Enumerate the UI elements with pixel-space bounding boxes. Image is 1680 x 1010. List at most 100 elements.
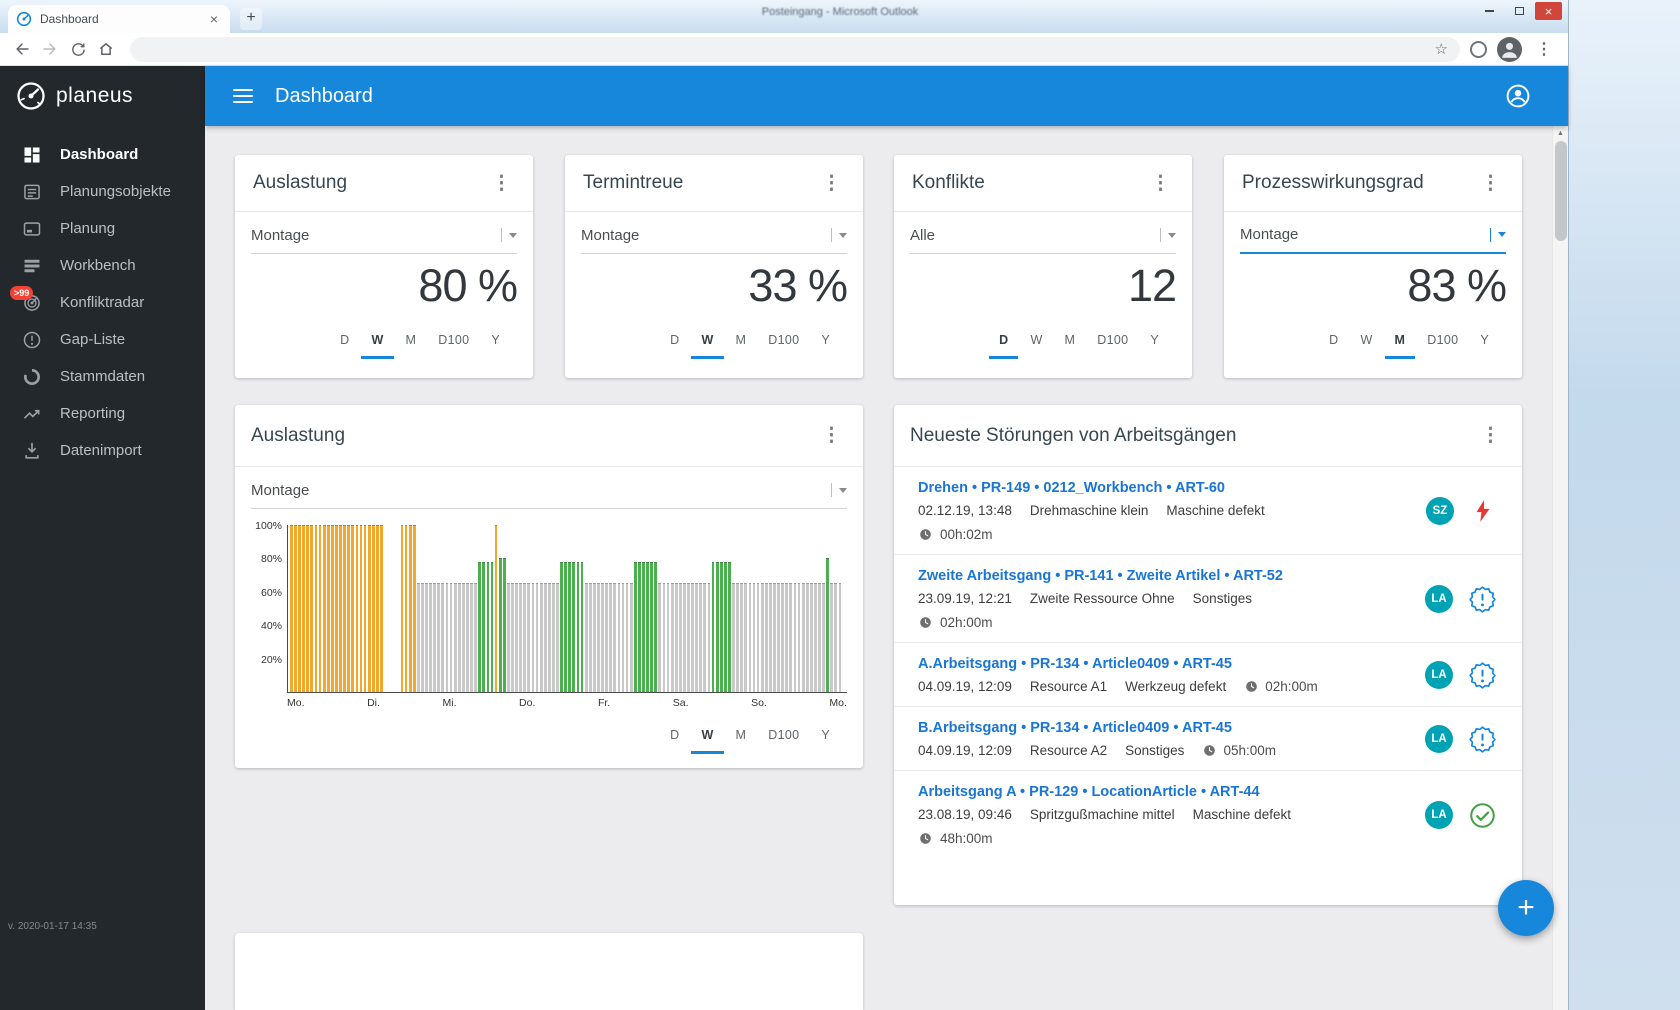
period-tab-w[interactable]: W	[360, 328, 394, 359]
sidebar-item-label: Datenimport	[60, 442, 142, 459]
person-icon	[1502, 42, 1517, 58]
period-tab-y[interactable]: Y	[810, 328, 841, 352]
operation-link[interactable]: Arbeitsgang A • PR-129 • LocationArticle…	[918, 784, 1413, 800]
sidebar-item-gap-liste[interactable]: Gap-Liste	[0, 321, 205, 358]
period-tab-d[interactable]: D	[659, 328, 690, 352]
period-tab-y[interactable]: Y	[480, 328, 511, 352]
chevron-down-icon	[1498, 232, 1506, 237]
period-tab-y[interactable]: Y	[1469, 328, 1500, 352]
period-tab-d100[interactable]: D100	[427, 328, 480, 352]
sidebar-item-datenimport[interactable]: Datenimport	[0, 432, 205, 469]
toolbar-right: ⋮	[1470, 36, 1556, 62]
trending-up-icon	[22, 404, 42, 424]
browser-tab[interactable]: Dashboard ×	[8, 5, 230, 33]
filter-select[interactable]: Montage	[581, 224, 847, 254]
disturbances-card: Neueste Störungen von Arbeitsgängen ⋮ Dr…	[894, 405, 1522, 905]
period-tab-d100[interactable]: D100	[757, 328, 810, 352]
period-tab-d[interactable]: D	[988, 328, 1019, 359]
minimize-button[interactable]	[1477, 2, 1504, 20]
operation-link[interactable]: B.Arbeitsgang • PR-134 • Article0409 • A…	[918, 720, 1413, 736]
kpi-value: 80 %	[418, 260, 518, 311]
reload-button[interactable]	[64, 35, 92, 63]
card-title: Prozesswirkungsgrad	[1242, 172, 1424, 193]
period-tab-m[interactable]: M	[1054, 328, 1087, 352]
operation-link[interactable]: Zweite Arbeitsgang • PR-141 • Zweite Art…	[918, 568, 1413, 584]
account-button[interactable]	[1505, 83, 1531, 109]
home-button[interactable]	[92, 35, 120, 63]
x-tick: Mo.	[287, 697, 305, 709]
period-tab-d[interactable]: D	[329, 328, 360, 352]
extension-icon[interactable]	[1470, 40, 1487, 58]
x-tick: Fr.	[597, 697, 611, 709]
disturbance-datetime: 02.12.19, 13:48	[918, 503, 1012, 518]
avatar: LA	[1425, 725, 1453, 753]
period-tab-w[interactable]: W	[1019, 328, 1053, 352]
sidebar-item-stammdaten[interactable]: Stammdaten	[0, 358, 205, 395]
utilization-chart-card: Auslastung ⋮ Montage 100% 80% 60% 40% 20…	[235, 405, 863, 768]
x-tick: Mi.	[442, 697, 457, 709]
browser-profile-avatar[interactable]	[1497, 36, 1522, 62]
period-tab-w[interactable]: W	[690, 328, 724, 359]
sidebar-item-planung[interactable]: Planung	[0, 210, 205, 247]
add-fab-button[interactable]: +	[1498, 880, 1554, 936]
period-tab-d100[interactable]: D100	[1416, 328, 1469, 352]
alert-circle-icon	[22, 330, 42, 350]
period-tab-m[interactable]: M	[1384, 328, 1417, 359]
kpi-card-prozesswirkungsgrad: Prozesswirkungsgrad ⋮ Montage 83 % D W M…	[1224, 155, 1522, 378]
period-tab-d100[interactable]: D100	[757, 723, 810, 747]
kebab-menu-icon[interactable]: ⋮	[486, 170, 517, 197]
sidebar-item-planungsobjekte[interactable]: Planungsobjekte	[0, 173, 205, 210]
period-tab-y[interactable]: Y	[810, 723, 841, 747]
favicon	[16, 11, 32, 27]
disturbance-reason: Werkzeug defekt	[1125, 679, 1227, 694]
filter-select[interactable]: Montage	[1240, 224, 1506, 254]
forward-button[interactable]	[36, 35, 64, 63]
browser-menu-icon[interactable]: ⋮	[1532, 39, 1556, 59]
home-icon	[99, 43, 113, 55]
period-tab-d[interactable]: D	[1318, 328, 1349, 352]
kebab-menu-icon[interactable]: ⋮	[1475, 422, 1506, 449]
period-tab-w[interactable]: W	[690, 723, 724, 754]
sidebar-item-dashboard[interactable]: Dashboard	[0, 136, 205, 173]
filter-select[interactable]: Montage	[251, 479, 847, 509]
kebab-menu-icon[interactable]: ⋮	[816, 170, 847, 197]
maximize-button[interactable]	[1506, 2, 1533, 20]
close-button[interactable]: ×	[1535, 2, 1562, 20]
scroll-up-arrow[interactable]: ▲	[1553, 126, 1568, 140]
period-tab-d[interactable]: D	[659, 723, 690, 747]
new-tab-button[interactable]: +	[240, 8, 262, 30]
period-tab-y[interactable]: Y	[1139, 328, 1170, 352]
back-button[interactable]	[8, 35, 36, 63]
filter-select[interactable]: Alle	[910, 224, 1176, 254]
address-bar[interactable]: ☆	[130, 36, 1460, 62]
tab-close-icon[interactable]: ×	[206, 12, 222, 26]
page-scrollbar[interactable]: ▲	[1552, 126, 1568, 1010]
sidebar-item-reporting[interactable]: Reporting	[0, 395, 205, 432]
disturbance-resource: Zweite Ressource Ohne	[1029, 591, 1175, 606]
period-tabs: D W M D100 Y	[251, 328, 517, 359]
kebab-menu-icon[interactable]: ⋮	[1145, 170, 1176, 197]
period-tab-m[interactable]: M	[725, 328, 758, 352]
divider	[831, 483, 832, 497]
account-icon	[1506, 84, 1530, 108]
avatar: LA	[1425, 585, 1453, 613]
bookmark-star-icon[interactable]: ☆	[1435, 40, 1448, 58]
period-tab-w[interactable]: W	[1349, 328, 1383, 352]
workbench-icon	[22, 256, 42, 276]
kebab-menu-icon[interactable]: ⋮	[1475, 170, 1506, 197]
operation-link[interactable]: Drehen • PR-149 • 0212_Workbench • ART-6…	[918, 480, 1414, 496]
period-tab-m[interactable]: M	[395, 328, 428, 352]
sidebar-item-label: Reporting	[60, 405, 126, 422]
address-input[interactable]	[142, 41, 1435, 57]
sidebar-item-konfliktradar[interactable]: >99 Konfliktradar	[0, 284, 205, 321]
scrollbar-thumb[interactable]	[1555, 141, 1567, 241]
alert-status-icon	[1469, 725, 1496, 753]
list-item: Arbeitsgang A • PR-129 • LocationArticle…	[894, 771, 1522, 858]
kebab-menu-icon[interactable]: ⋮	[816, 422, 847, 449]
sidebar-item-workbench[interactable]: Workbench	[0, 247, 205, 284]
operation-link[interactable]: A.Arbeitsgang • PR-134 • Article0409 • A…	[918, 656, 1413, 672]
period-tab-d100[interactable]: D100	[1086, 328, 1139, 352]
period-tab-m[interactable]: M	[725, 723, 758, 747]
filter-select[interactable]: Montage	[251, 224, 517, 254]
menu-icon[interactable]	[233, 89, 253, 103]
